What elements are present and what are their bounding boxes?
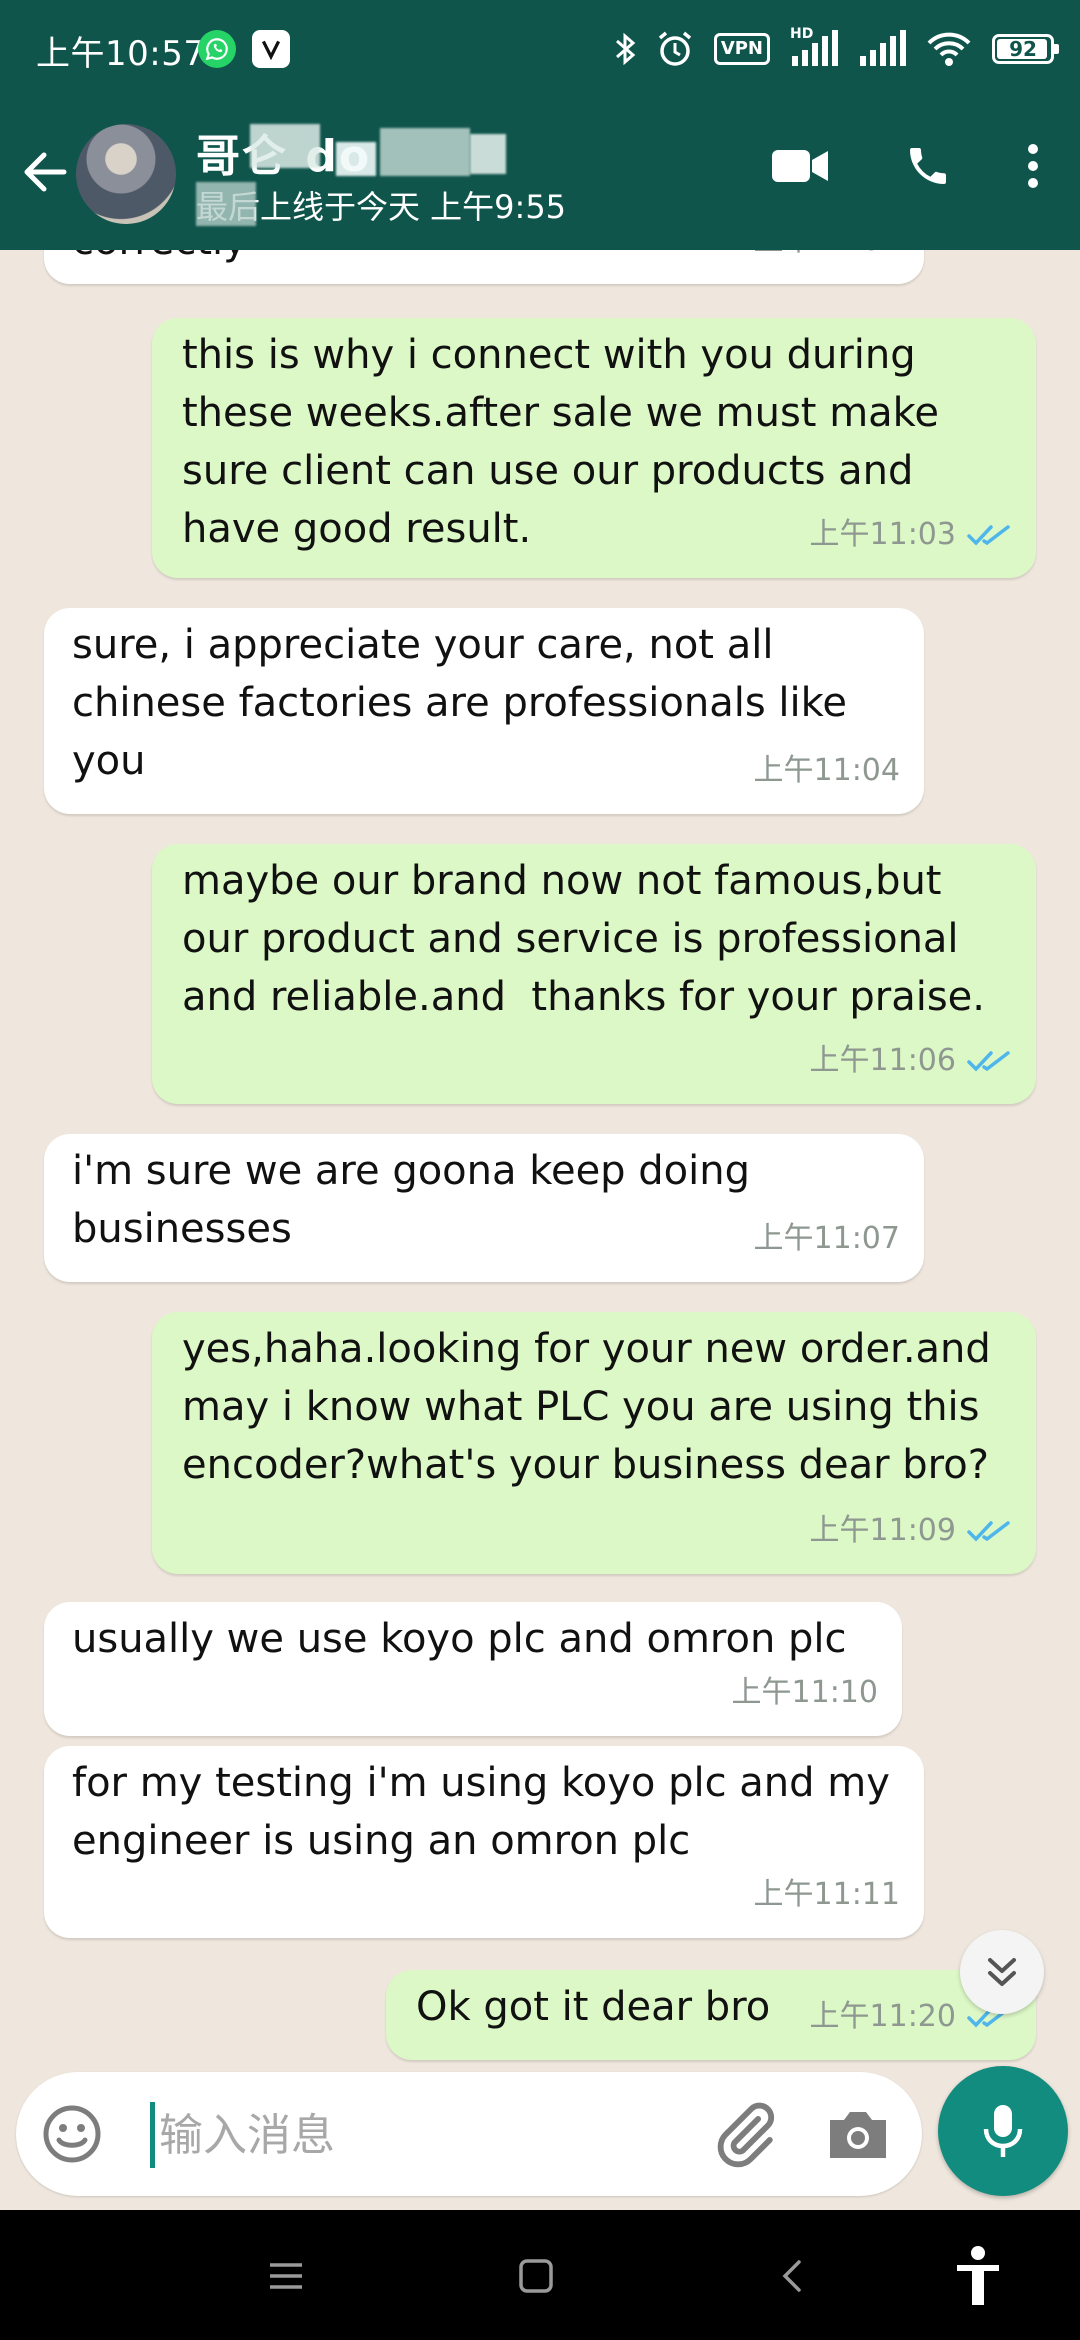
message-bubble-incoming[interactable]: usually we use koyo plc and omron plc 上午… xyxy=(44,1602,902,1736)
message-text: for my testing i'm using koyo plc and my… xyxy=(72,1760,903,1864)
message-text: usually we use koyo plc and omron plc xyxy=(72,1616,847,1662)
video-call-icon[interactable] xyxy=(770,146,830,186)
redaction-blur xyxy=(250,124,320,168)
accessibility-icon xyxy=(957,2246,999,2305)
message-time: 上午11:03 xyxy=(809,517,956,552)
back-button[interactable] xyxy=(762,2250,822,2302)
message-time: 上午11:10 xyxy=(731,1675,878,1710)
redaction-blur xyxy=(380,128,470,176)
more-options-icon[interactable] xyxy=(1026,142,1040,190)
read-receipt-icon xyxy=(967,1051,1010,1072)
message-time: 上午11:20 xyxy=(809,1999,956,2034)
home-square-icon xyxy=(519,2259,553,2293)
message-bubble-outgoing[interactable]: yes,haha.looking for your new order.and … xyxy=(152,1312,1036,1574)
double-chevron-down-icon xyxy=(988,1958,1016,1986)
message-bubble-outgoing[interactable]: this is why i connect with you during th… xyxy=(152,318,1036,578)
signal-icon: HD xyxy=(790,26,838,68)
message-time: 上午11:11 xyxy=(753,1877,900,1912)
accessibility-button[interactable] xyxy=(948,2246,1008,2305)
status-bar: 上午10:57 VPN HD 92 xyxy=(0,0,1080,98)
status-time: 上午10:57 xyxy=(36,34,206,74)
message-text: yes,haha.looking for your new order.and … xyxy=(182,1326,1004,1488)
message-time: 上午11:09 xyxy=(809,1513,956,1548)
avatar[interactable] xyxy=(76,124,176,224)
redaction-blur xyxy=(196,182,256,226)
message-text: maybe our brand now not famous,but our p… xyxy=(182,858,986,1020)
message-time: 上午11:07 xyxy=(753,1221,900,1256)
bluetooth-icon xyxy=(615,32,636,66)
phone-icon[interactable] xyxy=(904,142,952,190)
menu-button[interactable] xyxy=(256,2250,316,2302)
chat-header: 哥仑 do 最后上线于今天 上午9:55 xyxy=(0,98,1080,250)
message-bubble-outgoing[interactable]: Ok got it dear bro 上午11:20 xyxy=(386,1970,1036,2060)
battery-icon: 92 xyxy=(992,34,1059,64)
message-bubble-incoming[interactable]: correctly 上午11:01 xyxy=(44,250,924,284)
voice-message-button[interactable] xyxy=(938,2066,1068,2196)
message-bubble-outgoing[interactable]: maybe our brand now not famous,but our p… xyxy=(152,844,1036,1104)
whatsapp-icon xyxy=(198,30,236,68)
message-bubble-incoming[interactable]: sure, i appreciate your care, not all ch… xyxy=(44,608,924,814)
message-input[interactable] xyxy=(150,2102,721,2168)
scroll-to-bottom-button[interactable] xyxy=(960,1930,1044,2014)
back-arrow-icon[interactable] xyxy=(16,142,76,202)
message-time: 上午11:01 xyxy=(754,250,900,270)
message-time: 上午11:06 xyxy=(809,1043,956,1078)
microphone-icon xyxy=(983,2105,1023,2157)
read-receipt-icon xyxy=(967,525,1010,546)
menu-icon xyxy=(270,2263,302,2289)
message-bubble-incoming[interactable]: i'm sure we are goona keep doing busines… xyxy=(44,1134,924,1282)
app-icon xyxy=(252,30,290,68)
emoji-icon[interactable] xyxy=(40,2102,104,2166)
back-chevron-icon xyxy=(782,2260,801,2292)
vpn-icon: VPN xyxy=(713,33,770,65)
message-composer xyxy=(16,2072,922,2196)
message-time: 上午11:04 xyxy=(753,753,900,788)
navigation-bar xyxy=(0,2210,1080,2340)
read-receipt-icon xyxy=(967,1521,1010,1542)
redaction-blur xyxy=(470,134,506,174)
wifi-icon xyxy=(927,32,971,66)
signal-icon xyxy=(860,30,906,66)
redaction-blur xyxy=(336,142,376,176)
message-bubble-incoming[interactable]: for my testing i'm using koyo plc and my… xyxy=(44,1746,924,1938)
alarm-icon xyxy=(658,31,691,66)
attachment-icon[interactable] xyxy=(710,2100,780,2170)
message-list[interactable]: correctly 上午11:01 this is why i connect … xyxy=(0,250,1080,2070)
home-button[interactable] xyxy=(506,2250,566,2302)
camera-icon[interactable] xyxy=(824,2102,892,2166)
